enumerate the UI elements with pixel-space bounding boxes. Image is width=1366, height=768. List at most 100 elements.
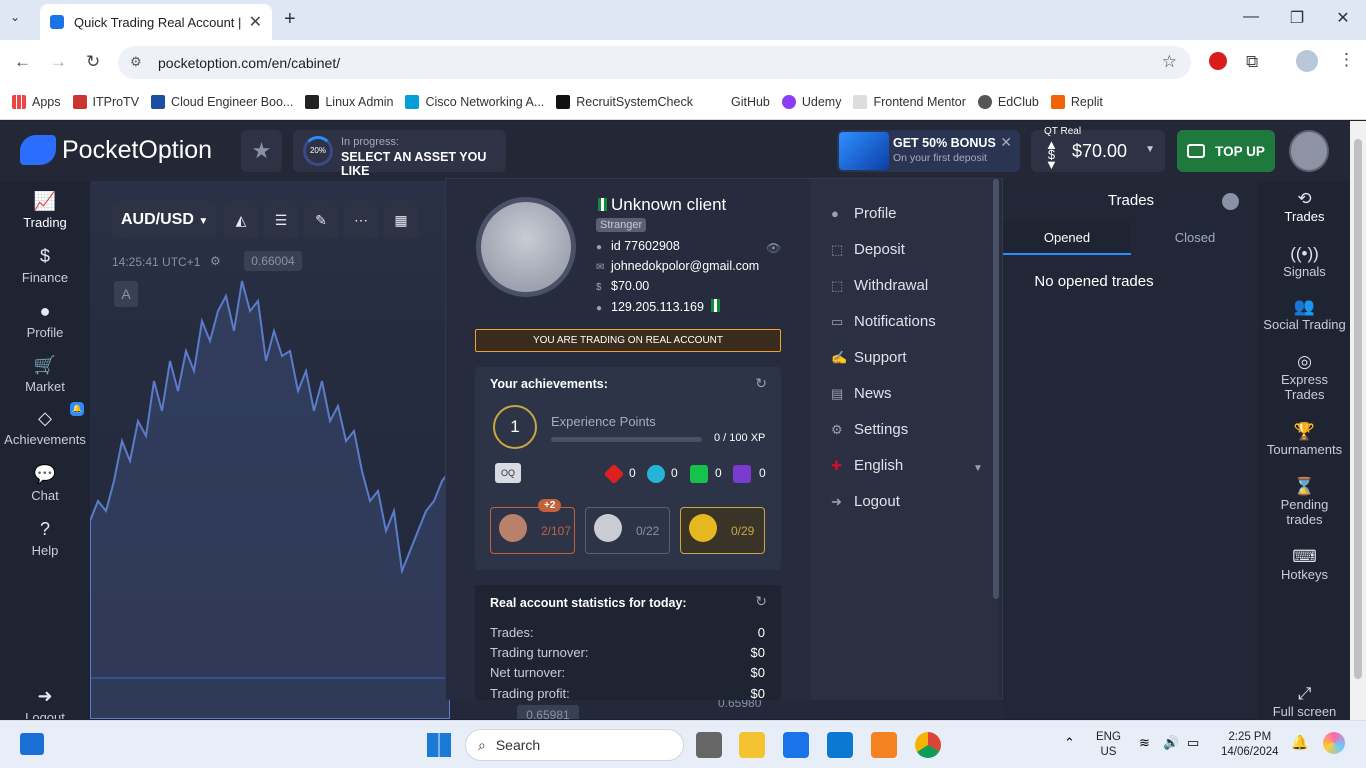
page-scrollbar[interactable] xyxy=(1350,121,1366,720)
bookmark-replit[interactable]: Replit xyxy=(1050,95,1103,109)
vlc-icon[interactable] xyxy=(871,732,897,758)
dropdown-scrollbar[interactable] xyxy=(993,179,999,599)
chevron-up-icon[interactable]: ⌃ xyxy=(1064,735,1075,751)
silver-medal-card[interactable]: 0/22 xyxy=(585,507,670,554)
nav-pending-trades[interactable]: ⌛ Pending trades xyxy=(1259,478,1350,527)
minimize-button[interactable]: — xyxy=(1236,8,1266,26)
back-button[interactable]: ← xyxy=(14,52,31,72)
pocketoption-logo[interactable]: PocketOption xyxy=(20,135,212,165)
indicators-button[interactable]: ☰ xyxy=(264,201,298,239)
nav-chat[interactable]: 💬 Chat xyxy=(0,464,90,503)
battery-icon[interactable]: ▭ xyxy=(1187,735,1199,751)
drawing-tools-button[interactable]: ✎ xyxy=(304,201,338,239)
browser-menu-icon[interactable]: ⋮ xyxy=(1338,50,1355,70)
extensions-puzzle-icon[interactable]: ⧉ xyxy=(1246,52,1258,72)
favorites-star-button[interactable]: ★ xyxy=(241,130,282,172)
onboarding-progress[interactable]: 20% In progress: SELECT AN ASSET YOU LIK… xyxy=(293,130,506,178)
bookmark-itprotv[interactable]: ITProTV xyxy=(72,95,139,109)
close-tab-icon[interactable]: ✕ xyxy=(249,12,262,32)
notification-bell-icon[interactable]: 🔔 xyxy=(1291,734,1308,751)
nav-social-trading[interactable]: 👥 Social Trading xyxy=(1259,298,1350,332)
top-up-label: TOP UP xyxy=(1215,143,1265,159)
bonus-banner[interactable]: GET 50% BONUS On your first deposit ✕ xyxy=(837,130,1020,172)
menu-item-withdrawal[interactable]: ⬚ Withdrawal xyxy=(831,277,928,294)
copilot-icon[interactable] xyxy=(1323,732,1345,754)
menu-item-settings[interactable]: ⚙ Settings xyxy=(831,421,908,438)
bookmark-github[interactable]: GitHub xyxy=(731,95,770,109)
browser-tab[interactable]: Quick Trading Real Account | Po ✕ xyxy=(40,4,272,40)
bookmark-apps[interactable]: Apps xyxy=(12,95,61,109)
bookmark-frontend-mentor[interactable]: Frontend Mentor xyxy=(853,95,966,109)
nav-trades[interactable]: ⟲ Trades xyxy=(1259,190,1350,224)
nav-trading[interactable]: 📈 Trading xyxy=(0,191,90,230)
file-explorer-icon[interactable] xyxy=(739,732,765,758)
layout-grid-button[interactable]: ▦ xyxy=(384,201,418,239)
menu-item-profile[interactable]: ● Profile xyxy=(831,205,897,222)
clock[interactable]: 2:25 PM 14/06/2024 xyxy=(1221,730,1279,760)
tab-list-button[interactable]: ⌄ xyxy=(10,10,20,24)
chart-type-button[interactable]: ◭ xyxy=(224,201,258,239)
bookmark-udemy[interactable]: Udemy xyxy=(781,95,841,109)
menu-item-news[interactable]: ▤ News xyxy=(831,385,892,402)
gold-medal-card[interactable]: 0/29 xyxy=(680,507,765,554)
url-bar[interactable]: ⚙ pocketoption.com/en/cabinet/ ☆ xyxy=(118,46,1191,79)
nav-express-trades[interactable]: ◎ Express Trades xyxy=(1259,353,1350,402)
reload-button[interactable]: ↻ xyxy=(86,52,100,72)
refresh-icon[interactable]: ↻ xyxy=(755,593,767,610)
volume-icon[interactable]: 🔊 xyxy=(1163,735,1179,751)
more-options-button[interactable]: ⋯ xyxy=(344,201,378,239)
user-icon: ● xyxy=(831,206,839,221)
tab-closed[interactable]: Closed xyxy=(1131,221,1259,255)
hide-eye-icon[interactable]: 👁 xyxy=(766,241,781,255)
chrome-icon[interactable] xyxy=(915,732,941,758)
user-avatar[interactable] xyxy=(1289,130,1329,172)
forward-button[interactable]: → xyxy=(50,52,67,72)
wifi-icon[interactable]: ≋ xyxy=(1139,735,1150,751)
restore-button[interactable]: ❐ xyxy=(1282,8,1312,28)
refresh-icon[interactable]: ↻ xyxy=(755,375,767,392)
tab-opened[interactable]: Opened xyxy=(1003,221,1131,255)
nav-logout[interactable]: ➜ Logout xyxy=(0,686,90,719)
nav-tournaments[interactable]: 🏆 Tournaments xyxy=(1259,423,1350,457)
account-balance-selector[interactable]: QT Real ▲ $ ▼ $70.00 ▼ xyxy=(1031,126,1165,172)
menu-item-support[interactable]: ✍ Support xyxy=(831,349,907,366)
bookmark-edclub[interactable]: EdClub xyxy=(977,95,1039,109)
list-icon[interactable] xyxy=(1222,193,1239,210)
taskbar-search[interactable]: ⌕ Search xyxy=(465,729,684,761)
menu-item-deposit[interactable]: ⬚ Deposit xyxy=(831,241,905,258)
nav-market[interactable]: 🛒 Market xyxy=(0,355,90,394)
mail-icon[interactable] xyxy=(783,732,809,758)
asset-selector[interactable]: AUD/USD ▼ xyxy=(112,201,216,239)
settings-gear-icon[interactable]: ⚙ xyxy=(210,254,221,268)
scrollbar-thumb[interactable] xyxy=(1354,139,1362,679)
menu-item-language[interactable]: ✚ English xyxy=(831,457,903,474)
nav-profile[interactable]: ● Profile xyxy=(0,301,90,340)
bookmark-cloud-engineer[interactable]: Cloud Engineer Boo... xyxy=(151,95,293,109)
menu-item-logout[interactable]: ➜ Logout xyxy=(831,493,900,510)
nav-hotkeys[interactable]: ⌨ Hotkeys xyxy=(1259,548,1350,582)
bookmark-star-icon[interactable]: ☆ xyxy=(1162,52,1177,72)
task-view-icon[interactable] xyxy=(696,732,722,758)
close-window-button[interactable]: ✕ xyxy=(1328,8,1358,28)
close-bonus-icon[interactable]: ✕ xyxy=(1000,134,1012,151)
bookmark-recruit[interactable]: RecruitSystemCheck xyxy=(556,95,693,109)
drawing-a-button[interactable]: A xyxy=(114,281,138,307)
profile-avatar[interactable] xyxy=(476,197,576,297)
profile-avatar-icon[interactable] xyxy=(1296,50,1318,72)
language-indicator[interactable]: ENG US xyxy=(1096,730,1121,760)
widgets-icon[interactable] xyxy=(20,733,44,755)
bookmark-cisco[interactable]: Cisco Networking A... xyxy=(405,95,544,109)
nav-help[interactable]: ? Help xyxy=(0,519,90,558)
nav-finance[interactable]: $ Finance xyxy=(0,246,90,285)
site-info-icon[interactable]: ⚙ xyxy=(130,54,142,70)
vscode-icon[interactable] xyxy=(827,732,853,758)
nav-fullscreen[interactable]: ⤢ Full screen xyxy=(1259,685,1350,719)
windows-start-icon[interactable] xyxy=(427,733,451,757)
bronze-medal-card[interactable]: +2 2/107 xyxy=(490,499,575,554)
top-up-button[interactable]: TOP UP xyxy=(1177,130,1275,172)
bookmark-linux-admin[interactable]: Linux Admin xyxy=(305,95,393,109)
extension-opera-icon[interactable] xyxy=(1209,52,1227,70)
menu-item-notifications[interactable]: ▭ Notifications xyxy=(831,313,936,330)
new-tab-button[interactable]: + xyxy=(284,8,296,31)
nav-signals[interactable]: ((•)) Signals xyxy=(1259,245,1350,279)
